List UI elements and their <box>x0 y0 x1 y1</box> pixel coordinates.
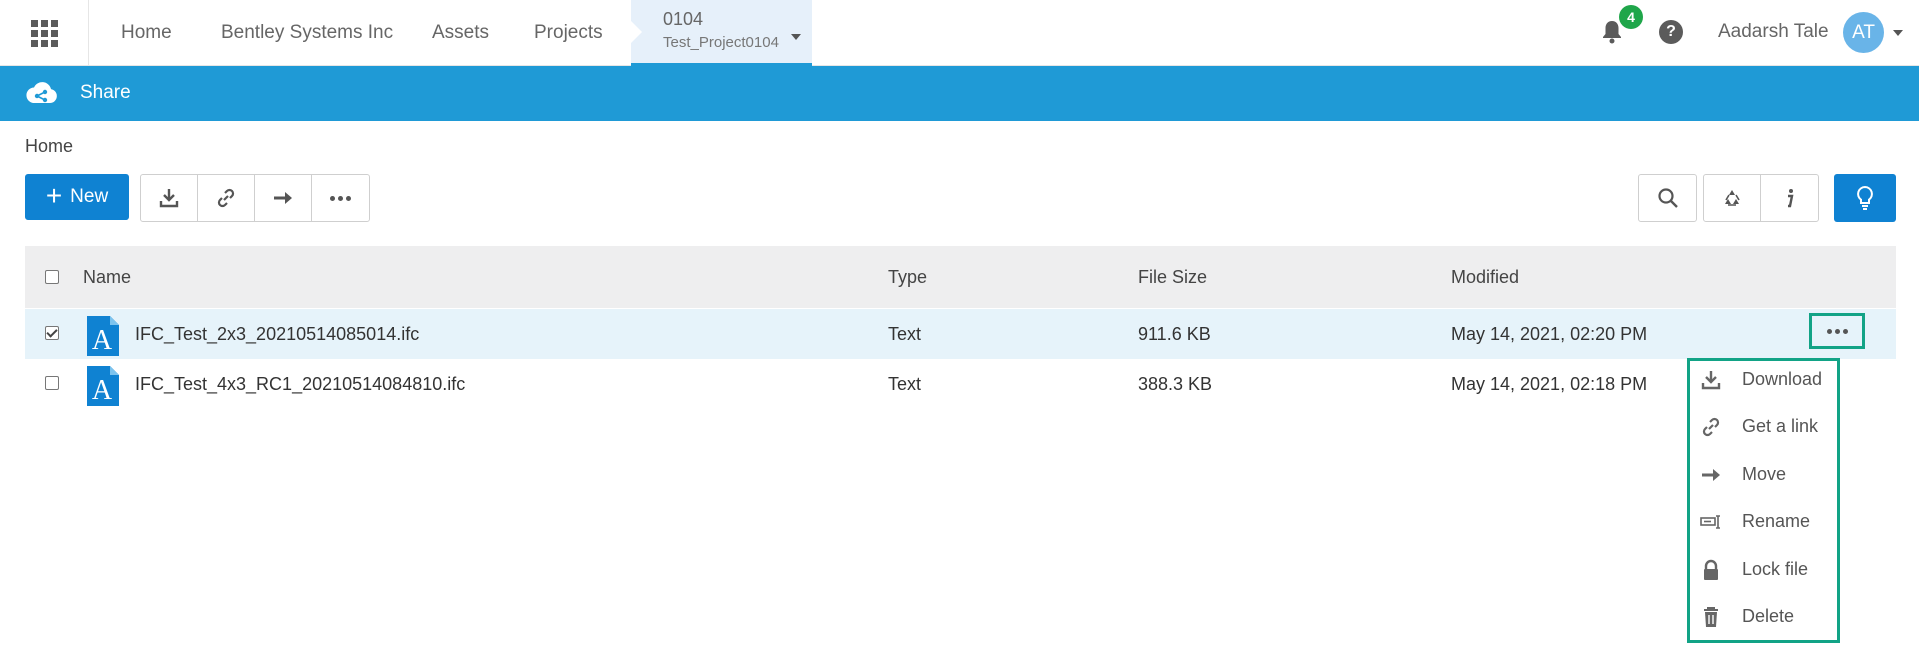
view-toolbar <box>1703 174 1819 222</box>
move-button[interactable] <box>255 175 312 221</box>
app-title: Share <box>80 82 131 103</box>
file-size: 388.3 KB <box>1138 374 1213 394</box>
help-icon[interactable]: ? <box>1659 20 1683 44</box>
rename-icon <box>1700 515 1720 529</box>
file-name[interactable]: IFC_Test_2x3_20210514085014.ifc <box>135 324 419 345</box>
more-actions-button[interactable] <box>312 175 369 221</box>
menu-item-delete[interactable]: Delete <box>1690 598 1837 638</box>
arrow-right-icon <box>274 192 292 204</box>
download-icon <box>159 189 179 208</box>
nav-bentley-systems[interactable]: Bentley Systems Inc <box>221 0 393 66</box>
more-icon <box>1826 328 1848 334</box>
nav-projects[interactable]: Projects <box>534 0 603 66</box>
column-file-size[interactable]: File Size <box>1138 267 1207 288</box>
menu-item-lock-file[interactable]: Lock file <box>1690 551 1837 591</box>
breadcrumb-arrow <box>630 20 642 44</box>
chevron-down-icon <box>791 34 801 40</box>
trash-icon <box>1704 607 1718 627</box>
menu-item-rename[interactable]: Rename <box>1690 503 1837 543</box>
download-button[interactable] <box>141 175 198 221</box>
select-all-checkbox[interactable] <box>45 270 59 284</box>
top-navigation-bar: Home Bentley Systems Inc Assets Projects… <box>0 0 1919 66</box>
plus-icon: + <box>45 179 63 211</box>
row-checkbox[interactable] <box>45 376 59 390</box>
svg-text:A: A <box>92 375 113 406</box>
recycle-bin-button[interactable] <box>1704 175 1761 221</box>
get-link-button[interactable] <box>198 175 255 221</box>
menu-item-move[interactable]: Move <box>1690 456 1837 496</box>
download-icon <box>1701 371 1721 390</box>
row-checkbox[interactable] <box>45 326 59 340</box>
file-actions-toolbar <box>140 174 370 222</box>
more-icon <box>330 195 351 201</box>
menu-item-label: Lock file <box>1742 559 1809 579</box>
file-name[interactable]: IFC_Test_4x3_RC1_20210514084810.ifc <box>135 374 465 395</box>
info-icon <box>1787 189 1793 208</box>
chevron-down-icon[interactable] <box>1893 30 1903 36</box>
file-type: Text <box>888 324 922 344</box>
menu-item-label: Delete <box>1742 606 1795 626</box>
ifc-file-icon: A <box>87 366 119 406</box>
table-header: Name Type File Size Modified <box>25 246 1896 308</box>
search-button[interactable] <box>1639 175 1696 221</box>
menu-item-download[interactable]: Download <box>1690 361 1837 401</box>
new-button-label: New <box>70 186 109 207</box>
menu-item-label: Download <box>1742 369 1823 389</box>
arrow-right-icon <box>1702 469 1720 481</box>
project-selector[interactable]: 0104 Test_Project0104 <box>630 0 812 66</box>
project-number: 0104 <box>663 9 704 29</box>
tips-button[interactable] <box>1834 174 1896 222</box>
app-launcher-button[interactable] <box>0 0 89 66</box>
link-icon <box>1702 417 1720 437</box>
column-type[interactable]: Type <box>888 267 927 288</box>
lightbulb-icon <box>1857 185 1873 210</box>
row-more-button[interactable] <box>1809 313 1865 349</box>
lock-icon <box>1704 559 1718 580</box>
grid-icon <box>30 19 58 47</box>
file-size: 911.6 KB <box>1138 324 1211 344</box>
app-title-bar: Share <box>0 66 1919 121</box>
file-type: Text <box>888 374 922 394</box>
menu-item-label: Get a link <box>1742 416 1819 436</box>
user-name[interactable]: Aadarsh Tale <box>1718 21 1829 43</box>
column-name[interactable]: Name <box>83 267 131 288</box>
link-icon <box>217 188 235 208</box>
avatar[interactable]: AT <box>1843 12 1884 53</box>
column-modified[interactable]: Modified <box>1451 267 1519 288</box>
table-row[interactable]: A IFC_Test_4x3_RC1_20210514084810.ifc Te… <box>25 359 1896 409</box>
info-button[interactable] <box>1761 175 1818 221</box>
cloud-share-icon <box>26 82 57 103</box>
notification-badge: 4 <box>1619 5 1643 29</box>
file-modified: May 14, 2021, 02:20 PM <box>1451 324 1648 344</box>
file-modified: May 14, 2021, 02:18 PM <box>1451 374 1648 394</box>
svg-text:A: A <box>92 325 113 356</box>
menu-item-label: Move <box>1742 464 1787 484</box>
recycle-icon <box>1725 190 1740 206</box>
search-icon <box>1657 188 1678 208</box>
context-menu: Download Get a link Move Rename Lock fil… <box>1687 358 1840 643</box>
ifc-file-icon: A <box>87 316 119 356</box>
project-name: Test_Project0104 <box>663 34 779 51</box>
menu-item-get-link[interactable]: Get a link <box>1690 408 1837 448</box>
nav-home[interactable]: Home <box>121 0 172 66</box>
new-button[interactable]: + New <box>25 174 129 220</box>
nav-assets[interactable]: Assets <box>432 0 489 66</box>
breadcrumb[interactable]: Home <box>25 136 73 157</box>
table-row[interactable]: A IFC_Test_2x3_20210514085014.ifc Text 9… <box>25 309 1896 359</box>
menu-item-label: Rename <box>1742 511 1811 531</box>
search-toolbar <box>1638 174 1697 222</box>
